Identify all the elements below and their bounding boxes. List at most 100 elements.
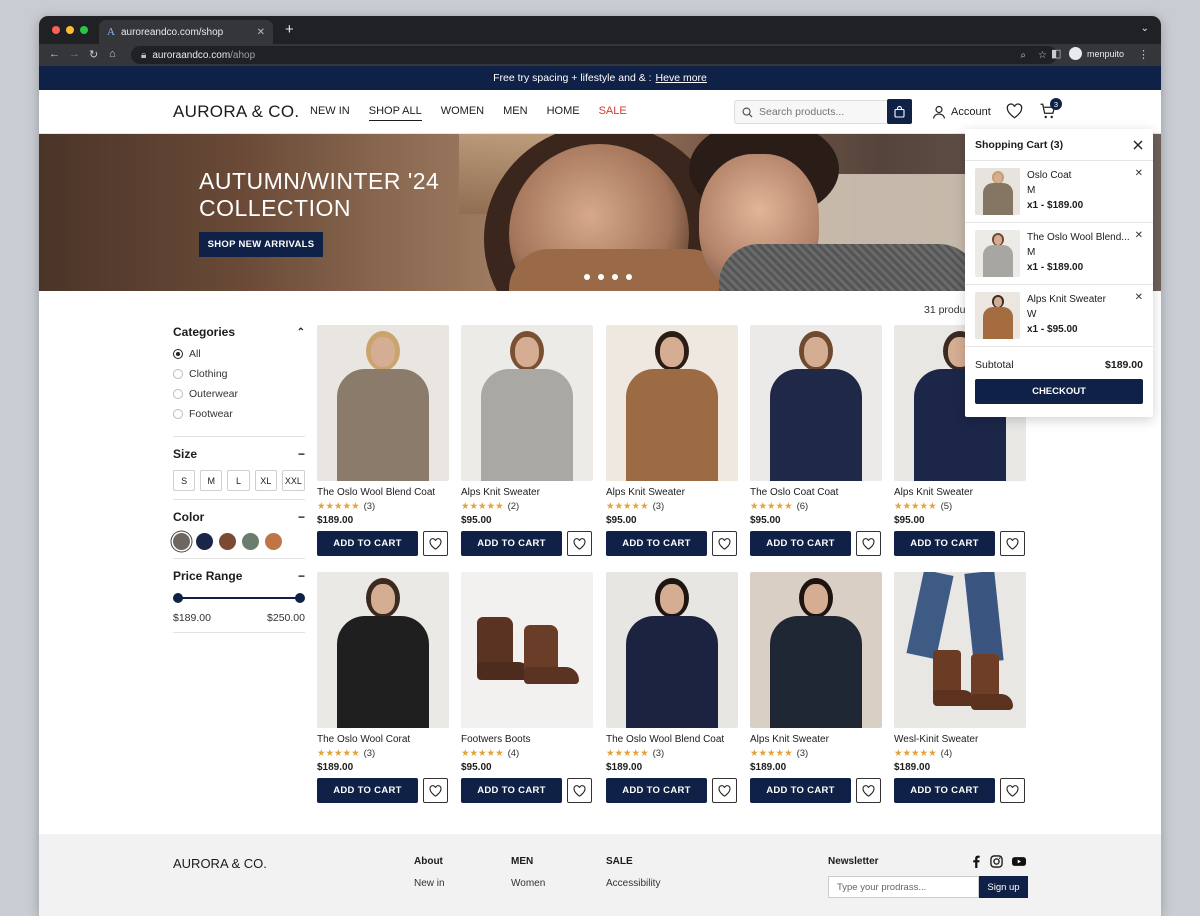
footer-logo[interactable]: AURORA & CO. xyxy=(173,856,267,871)
product-image[interactable] xyxy=(606,325,738,481)
add-to-cart-button[interactable]: ADD TO CART xyxy=(894,531,995,556)
color-swatch[interactable] xyxy=(265,533,282,550)
product-image[interactable] xyxy=(750,572,882,728)
price-slider[interactable] xyxy=(173,592,305,604)
remove-item-icon[interactable]: ✕ xyxy=(1135,168,1143,179)
checkout-button[interactable]: CHECKOUT xyxy=(975,379,1143,404)
minus-icon[interactable]: − xyxy=(298,510,305,524)
cart-item-name[interactable]: Oslo Coat xyxy=(1027,168,1083,183)
cart-item-name[interactable]: The Oslo Wool Blend... xyxy=(1027,230,1130,245)
profile-chip[interactable]: menpuito xyxy=(1069,47,1124,60)
wishlist-toggle-button[interactable] xyxy=(567,778,592,803)
chevron-up-icon[interactable]: ⌃ xyxy=(297,327,305,338)
cart-item-image[interactable] xyxy=(975,168,1020,215)
product-card[interactable]: The Oslo Coat Coat ★★★★★ (6) $95.00 ADD … xyxy=(750,325,882,556)
wishlist-toggle-button[interactable] xyxy=(856,778,881,803)
sidebar-toggle-icon[interactable]: ◧ xyxy=(1051,47,1061,60)
carousel-dot[interactable] xyxy=(598,274,604,280)
size-header[interactable]: Size − xyxy=(173,447,305,461)
facebook-icon[interactable] xyxy=(971,855,981,868)
cart-item-image[interactable] xyxy=(975,230,1020,277)
youtube-icon[interactable] xyxy=(1012,855,1026,868)
product-name[interactable]: The Oslo Wool Corat xyxy=(317,734,449,745)
wishlist-toggle-button[interactable] xyxy=(712,531,737,556)
price-min-handle[interactable] xyxy=(173,593,183,603)
reload-icon[interactable]: ↻ xyxy=(89,48,98,61)
nav-home[interactable]: HOME xyxy=(547,105,580,121)
product-image[interactable] xyxy=(317,325,449,481)
address-bar[interactable]: 🔒︎ auroraandco.com/ahop ⌕ ☆ xyxy=(131,46,1057,64)
maximize-window-button[interactable] xyxy=(80,26,88,34)
size-option-xl[interactable]: XL xyxy=(254,470,277,491)
carousel-dot[interactable] xyxy=(626,274,632,280)
wishlist-toggle-button[interactable] xyxy=(1000,531,1025,556)
nav-women[interactable]: WOMEN xyxy=(441,105,484,121)
product-card[interactable]: Alps Knit Sweater ★★★★★ (2) $95.00 ADD T… xyxy=(461,325,593,556)
size-option-l[interactable]: L xyxy=(227,470,250,491)
bookmark-star-icon[interactable]: ☆ xyxy=(1038,50,1047,61)
close-icon[interactable] xyxy=(1133,140,1143,150)
add-to-cart-button[interactable]: ADD TO CART xyxy=(750,778,851,803)
category-option[interactable]: All xyxy=(173,348,305,360)
size-option-m[interactable]: M xyxy=(200,470,223,491)
product-image[interactable] xyxy=(894,572,1026,728)
tab-close-icon[interactable]: ✕ xyxy=(257,27,265,38)
account-link[interactable]: Account xyxy=(932,105,991,119)
product-card[interactable]: Alps Knit Sweater ★★★★★ (3) $95.00 ADD T… xyxy=(606,325,738,556)
wishlist-toggle-button[interactable] xyxy=(856,531,881,556)
close-window-button[interactable] xyxy=(52,26,60,34)
product-name[interactable]: Wesl-Kinit Sweater xyxy=(894,734,1026,745)
product-name[interactable]: The Oslo Coat Coat xyxy=(750,487,882,498)
minus-icon[interactable]: − xyxy=(298,569,305,583)
color-swatch[interactable] xyxy=(219,533,236,550)
product-name[interactable]: Alps Knit Sweater xyxy=(750,734,882,745)
remove-item-icon[interactable]: ✕ xyxy=(1135,292,1143,303)
zoom-icon[interactable]: ⌕ xyxy=(1020,50,1026,61)
newsletter-signup-button[interactable]: Sign up xyxy=(979,876,1028,898)
cart-item-image[interactable] xyxy=(975,292,1020,339)
browser-menu-icon[interactable]: ⋮ xyxy=(1138,48,1149,61)
forward-arrow-icon[interactable]: → xyxy=(69,48,80,60)
product-image[interactable] xyxy=(606,572,738,728)
footer-link[interactable]: Accessibility xyxy=(606,878,660,889)
search-button[interactable] xyxy=(887,99,912,124)
category-option[interactable]: Clothing xyxy=(173,368,305,380)
category-option[interactable]: Footwear xyxy=(173,408,305,420)
price-max-handle[interactable] xyxy=(295,593,305,603)
add-to-cart-button[interactable]: ADD TO CART xyxy=(606,531,707,556)
product-image[interactable] xyxy=(750,325,882,481)
product-card[interactable]: The Oslo Wool Blend Coat ★★★★★ (3) $189.… xyxy=(606,572,738,803)
product-card[interactable]: The Oslo Wool Blend Coat ★★★★★ (3) $189.… xyxy=(317,325,449,556)
remove-item-icon[interactable]: ✕ xyxy=(1135,230,1143,241)
add-to-cart-button[interactable]: ADD TO CART xyxy=(461,531,562,556)
new-tab-icon[interactable]: + xyxy=(285,21,294,38)
color-swatch[interactable] xyxy=(173,533,190,550)
nav-shop-all[interactable]: SHOP ALL xyxy=(368,105,422,121)
add-to-cart-button[interactable]: ADD TO CART xyxy=(750,531,851,556)
category-option[interactable]: Outerwear xyxy=(173,388,305,400)
add-to-cart-button[interactable]: ADD TO CART xyxy=(317,531,418,556)
minus-icon[interactable]: − xyxy=(298,447,305,461)
footer-link[interactable]: Women xyxy=(511,878,545,889)
add-to-cart-button[interactable]: ADD TO CART xyxy=(461,778,562,803)
price-header[interactable]: Price Range − xyxy=(173,569,305,583)
product-image[interactable] xyxy=(317,572,449,728)
wishlist-button[interactable] xyxy=(1006,103,1023,124)
cart-item-name[interactable]: Alps Knit Sweater xyxy=(1027,292,1106,307)
back-arrow-icon[interactable]: ← xyxy=(49,48,60,60)
nav-new-in[interactable]: NEW IN xyxy=(310,105,350,121)
wishlist-toggle-button[interactable] xyxy=(423,778,448,803)
color-swatch[interactable] xyxy=(196,533,213,550)
add-to-cart-button[interactable]: ADD TO CART xyxy=(317,778,418,803)
product-card[interactable]: Wesl-Kinit Sweater ★★★★★ (4) $189.00 ADD… xyxy=(894,572,1026,803)
product-name[interactable]: The Oslo Wool Blend Coat xyxy=(606,734,738,745)
carousel-dot[interactable] xyxy=(584,274,590,280)
carousel-dot[interactable] xyxy=(612,274,618,280)
tab-list-chevron-icon[interactable]: ⌄ xyxy=(1141,23,1149,34)
add-to-cart-button[interactable]: ADD TO CART xyxy=(894,778,995,803)
product-image[interactable] xyxy=(461,572,593,728)
search-input[interactable] xyxy=(759,106,879,118)
site-logo[interactable]: AURORA & CO. xyxy=(173,102,299,122)
promo-link[interactable]: Heve more xyxy=(656,72,707,84)
wishlist-toggle-button[interactable] xyxy=(423,531,448,556)
